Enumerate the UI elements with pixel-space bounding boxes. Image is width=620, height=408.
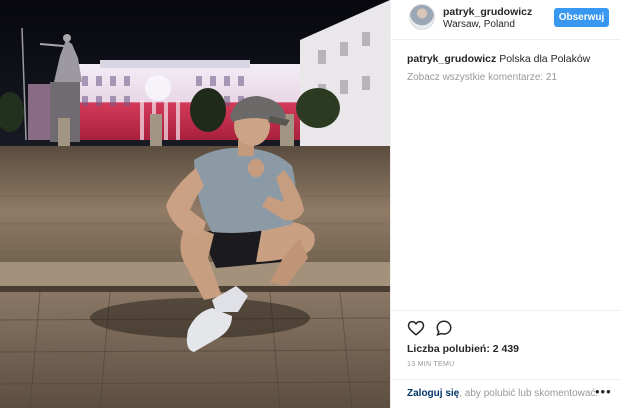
post-timestamp: 13 MIN TEMU (407, 361, 455, 368)
post-photo[interactable] (0, 0, 390, 408)
likes-count[interactable]: Liczba polubień: 2 439 (407, 343, 519, 355)
caption-text: Polska dla Polaków (499, 53, 591, 65)
login-prompt: Zaloguj się, aby polubić lub skomentować… (407, 388, 598, 399)
post-sidebar: patryk_grudowicz Warsaw, Poland Obserwuj… (390, 0, 620, 408)
caption-username[interactable]: patryk_grudowicz (407, 53, 496, 65)
caption: patryk_grudowicz Polska dla Polaków (407, 52, 612, 66)
view-all-comments-link[interactable]: Zobacz wszystkie komentarze: 21 (407, 72, 612, 83)
username[interactable]: patryk_grudowicz (443, 6, 532, 18)
login-link[interactable]: Zaloguj się (407, 388, 459, 399)
post-photo-scene (0, 0, 390, 408)
follow-button[interactable]: Obserwuj (554, 8, 609, 27)
login-prompt-text: , aby polubić lub skomentować. (459, 388, 599, 399)
login-bar: Zaloguj się, aby polubić lub skomentować… (391, 379, 620, 408)
more-options-icon[interactable]: ••• (595, 384, 612, 399)
heart-icon[interactable] (407, 319, 425, 337)
post-header: patryk_grudowicz Warsaw, Poland Obserwuj (391, 0, 620, 40)
post-actions: Liczba polubień: 2 439 13 MIN TEMU Zalog… (391, 310, 620, 408)
location[interactable]: Warsaw, Poland (443, 19, 515, 30)
comment-bubble-icon[interactable] (435, 319, 453, 337)
comments-section: patryk_grudowicz Polska dla Polaków Zoba… (407, 52, 612, 83)
avatar[interactable] (409, 4, 435, 30)
